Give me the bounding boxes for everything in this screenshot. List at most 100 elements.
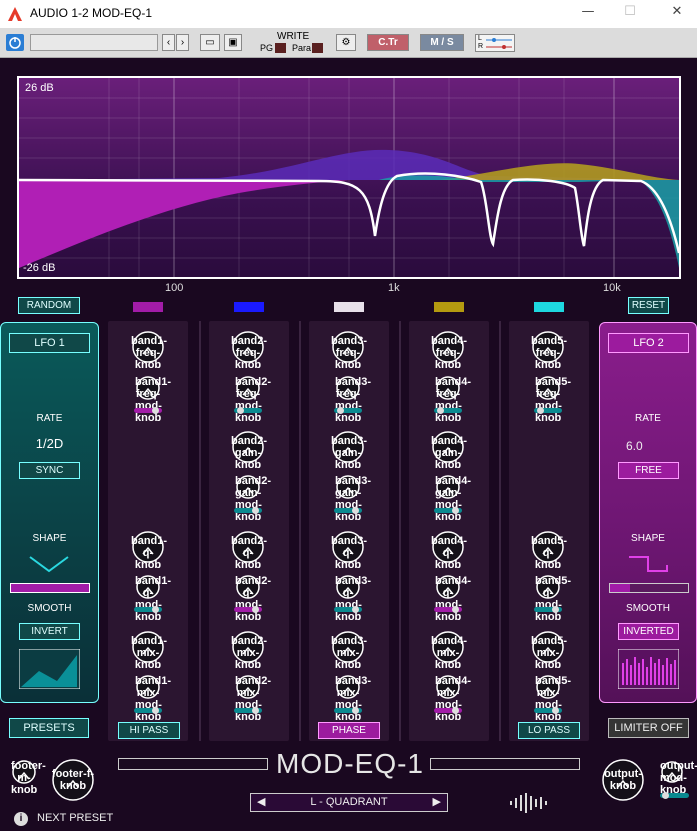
true[interactable]: band2-mix-mod-knob <box>235 674 271 723</box>
lfo2-square-shape-icon[interactable] <box>627 553 669 575</box>
undefined[interactable]: band4-gain-knob <box>431 430 467 471</box>
lfo2-free-button[interactable]: FREE <box>618 462 679 479</box>
undefined[interactable]: band3-q-knob <box>331 530 367 571</box>
true[interactable]: band3-mix-mod-knob <box>335 674 371 723</box>
band4-freq-mod-slider[interactable] <box>434 407 462 414</box>
undefined[interactable]: band4-mix-knob <box>431 630 467 671</box>
undefined[interactable]: band5-q-knob <box>531 530 567 571</box>
open-folder-icon[interactable]: ▭ <box>200 34 220 51</box>
band2-q-mod-slider[interactable] <box>234 606 262 613</box>
true[interactable]: band3-gain-mod-knob <box>335 474 371 523</box>
band4-color-swatch[interactable] <box>434 302 464 312</box>
lfo1-sync-button[interactable]: SYNC <box>19 462 80 479</box>
limiter-button[interactable]: LIMITER OFF <box>608 718 689 738</box>
true[interactable]: band2-q-mod-knob <box>235 574 271 623</box>
minimize-button[interactable]: — <box>578 4 598 22</box>
band4-q-mod-slider[interactable] <box>434 606 462 613</box>
undefined[interactable]: band1-q-knob <box>131 530 167 571</box>
band2-color-swatch[interactable] <box>234 302 264 312</box>
true[interactable]: band5-freq-mod-knob <box>535 375 571 424</box>
band1-q-mod-slider[interactable] <box>134 606 162 613</box>
undefined[interactable]: band3-mix-knob <box>331 630 367 671</box>
undefined[interactable]: band4-freq-knob <box>431 330 467 371</box>
band1-mix-mod-slider[interactable] <box>134 707 162 714</box>
band5-color-swatch[interactable] <box>534 302 564 312</box>
settings-gear-icon[interactable]: ⚙ <box>336 34 356 51</box>
band4-mix-mod-slider[interactable] <box>434 707 462 714</box>
undefined[interactable]: band1-freq-knob <box>131 330 167 371</box>
band3-color-swatch[interactable] <box>334 302 364 312</box>
power-button[interactable] <box>6 34 24 51</box>
band5-q-mod-slider[interactable] <box>534 606 562 613</box>
band5-freq-mod-slider[interactable] <box>534 407 562 414</box>
true[interactable]: band4-q-mod-knob <box>435 574 471 623</box>
band3-q-mod-slider[interactable] <box>334 606 362 613</box>
band3-freq-mod-slider[interactable] <box>334 407 362 414</box>
mode-next-icon[interactable]: ▶ <box>433 794 441 811</box>
lfo1-title-button[interactable]: LFO 1 <box>9 333 90 353</box>
mode-selector[interactable]: ◀ L - QUADRANT ▶ <box>250 793 448 812</box>
band2-freq-mod-slider[interactable] <box>234 407 262 414</box>
prev-preset-button[interactable]: ‹ <box>162 34 175 51</box>
band1-color-swatch[interactable] <box>133 302 163 312</box>
true[interactable]: band2-freq-mod-knob <box>235 375 271 424</box>
band3-mix-mod-slider[interactable] <box>334 707 362 714</box>
true[interactable]: band5-q-mod-knob <box>535 574 571 623</box>
true[interactable]: output-mod-knob <box>660 760 697 796</box>
lo-pass-button[interactable]: LO PASS <box>518 722 580 739</box>
lr-routing-icon[interactable]: L R <box>475 34 515 52</box>
undefined[interactable]: band1-mix-knob <box>131 630 167 671</box>
undefined[interactable]: footer-m-knob <box>11 759 46 796</box>
true[interactable]: band1-mix-mod-knob <box>135 674 171 723</box>
undefined[interactable]: band2-gain-knob <box>231 430 267 471</box>
band3-gain-mod-slider[interactable] <box>334 507 362 514</box>
true[interactable]: band3-freq-mod-knob <box>335 375 371 424</box>
random-button[interactable]: RANDOM <box>18 297 80 314</box>
lfo2-smooth-slider[interactable] <box>609 583 689 593</box>
lfo1-triangle-shape-icon[interactable] <box>28 553 70 575</box>
lfo2-title-button[interactable]: LFO 2 <box>608 333 689 353</box>
undefined[interactable]: footer-f-knob <box>51 758 95 802</box>
presets-button[interactable]: PRESETS <box>9 718 89 738</box>
next-preset-button-host[interactable]: › <box>176 34 189 51</box>
lfo2-inverted-button[interactable]: INVERTED <box>618 623 679 640</box>
ctr-button[interactable]: C.Tr <box>367 34 409 51</box>
para-toggle[interactable] <box>312 43 323 53</box>
lfo1-invert-button[interactable]: INVERT <box>19 623 80 640</box>
true[interactable]: band4-freq-mod-knob <box>435 375 471 424</box>
band2-gain-mod-slider[interactable] <box>234 507 262 514</box>
undefined[interactable]: band5-mix-knob <box>531 630 567 671</box>
reset-button[interactable]: RESET <box>628 297 669 314</box>
true[interactable]: band4-mix-mod-knob <box>435 674 471 723</box>
undefined[interactable]: band2-freq-knob <box>231 330 267 371</box>
undefined[interactable]: band4-q-knob <box>431 530 467 571</box>
preset-field[interactable] <box>30 34 158 51</box>
true[interactable]: band1-freq-mod-knob <box>135 375 171 424</box>
undefined[interactable]: band2-q-knob <box>231 530 267 571</box>
band4-gain-mod-slider[interactable] <box>434 507 462 514</box>
band5-mix-mod-slider[interactable] <box>534 707 562 714</box>
close-button[interactable]: ✕ <box>667 4 687 22</box>
undefined[interactable]: band3-gain-knob <box>331 430 367 471</box>
hi-pass-button[interactable]: HI PASS <box>118 722 180 739</box>
undefined[interactable]: band2-mix-knob <box>231 630 267 671</box>
pg-toggle[interactable] <box>275 43 286 53</box>
next-preset-label[interactable]: NEXT PRESET <box>37 812 113 824</box>
undefined[interactable]: band3-freq-knob <box>331 330 367 371</box>
maximize-button[interactable]: ☐ <box>620 4 640 22</box>
true[interactable]: band3-q-mod-knob <box>335 574 371 623</box>
lfo1-smooth-slider[interactable] <box>10 583 90 593</box>
true[interactable]: band4-gain-mod-knob <box>435 474 471 523</box>
eq-display[interactable]: 26 dB -26 dB <box>17 76 681 279</box>
band1-freq-mod-slider[interactable] <box>134 407 162 414</box>
band2-mix-mod-slider[interactable] <box>234 707 262 714</box>
phase-button[interactable]: PHASE <box>318 722 380 739</box>
undefined[interactable]: output-knob <box>601 758 645 802</box>
output-mod-slider[interactable] <box>660 792 689 799</box>
info-icon[interactable]: i <box>14 812 28 826</box>
true[interactable]: band5-mix-mod-knob <box>535 674 571 723</box>
save-icon[interactable]: ▣ <box>224 34 242 51</box>
ms-button[interactable]: M / S <box>420 34 464 51</box>
undefined[interactable]: band5-freq-knob <box>531 330 567 371</box>
mode-prev-icon[interactable]: ◀ <box>257 794 265 811</box>
